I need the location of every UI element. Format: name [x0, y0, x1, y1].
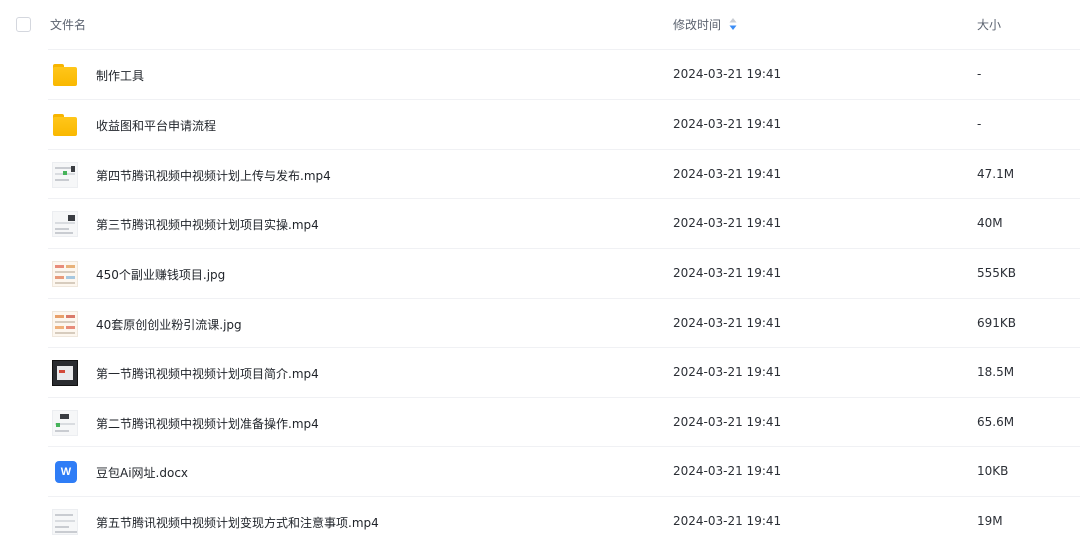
- file-modified-time: 2024-03-21 19:41: [673, 514, 782, 528]
- column-header-size[interactable]: 大小: [977, 16, 1001, 33]
- file-size: 40M: [977, 216, 1003, 230]
- video-thumbnail-icon: [52, 410, 78, 436]
- file-modified-time: 2024-03-21 19:41: [673, 415, 782, 429]
- file-size: 10KB: [977, 464, 1009, 478]
- file-name[interactable]: 450个副业赚钱项目.jpg: [96, 266, 225, 283]
- file-row[interactable]: 第一节腾讯视频中视频计划项目简介.mp4 2024-03-21 19:41 18…: [48, 347, 1080, 397]
- file-size: 65.6M: [977, 415, 1015, 429]
- file-size: 555KB: [977, 266, 1017, 280]
- file-name[interactable]: 第三节腾讯视频中视频计划项目实操.mp4: [96, 216, 319, 233]
- file-row[interactable]: 40套原创创业粉引流课.jpg 2024-03-21 19:41 691KB: [48, 298, 1080, 348]
- file-name[interactable]: 第二节腾讯视频中视频计划准备操作.mp4: [96, 415, 319, 432]
- file-row[interactable]: 制作工具 2024-03-21 19:41 -: [48, 49, 1080, 99]
- file-name[interactable]: 收益图和平台申请流程: [96, 117, 216, 134]
- file-modified-time: 2024-03-21 19:41: [673, 316, 782, 330]
- file-name[interactable]: 第一节腾讯视频中视频计划项目简介.mp4: [96, 365, 319, 382]
- file-size: 47.1M: [977, 167, 1015, 181]
- sort-arrows-icon[interactable]: [729, 18, 737, 30]
- video-thumbnail-icon: [52, 211, 78, 237]
- file-row[interactable]: W 豆包Ai网址.docx 2024-03-21 19:41 10KB: [48, 446, 1080, 496]
- file-name[interactable]: 豆包Ai网址.docx: [96, 464, 188, 481]
- file-modified-time: 2024-03-21 19:41: [673, 365, 782, 379]
- file-row[interactable]: 第三节腾讯视频中视频计划项目实操.mp4 2024-03-21 19:41 40…: [48, 198, 1080, 248]
- file-row[interactable]: 第二节腾讯视频中视频计划准备操作.mp4 2024-03-21 19:41 65…: [48, 397, 1080, 447]
- file-modified-time: 2024-03-21 19:41: [673, 266, 782, 280]
- file-row[interactable]: 第四节腾讯视频中视频计划上传与发布.mp4 2024-03-21 19:41 4…: [48, 149, 1080, 199]
- file-name[interactable]: 40套原创创业粉引流课.jpg: [96, 316, 242, 333]
- select-all-checkbox[interactable]: [16, 17, 31, 32]
- file-row[interactable]: 收益图和平台申请流程 2024-03-21 19:41 -: [48, 99, 1080, 149]
- file-list: 文件名 修改时间 大小 制作工具 2024-03-21 19:41 - 收益图和…: [0, 0, 1080, 547]
- file-row[interactable]: 第五节腾讯视频中视频计划变现方式和注意事项.mp4 2024-03-21 19:…: [48, 496, 1080, 546]
- file-size: 691KB: [977, 316, 1017, 330]
- file-modified-time: 2024-03-21 19:41: [673, 117, 782, 131]
- folder-icon: [52, 112, 78, 138]
- file-modified-time: 2024-03-21 19:41: [673, 67, 782, 81]
- file-size: 18.5M: [977, 365, 1015, 379]
- file-name[interactable]: 制作工具: [96, 67, 144, 84]
- column-header-modified-time[interactable]: 修改时间: [673, 16, 721, 33]
- file-row[interactable]: 450个副业赚钱项目.jpg 2024-03-21 19:41 555KB: [48, 248, 1080, 298]
- file-modified-time: 2024-03-21 19:41: [673, 167, 782, 181]
- word-document-icon: W: [52, 459, 78, 485]
- folder-icon: [52, 62, 78, 88]
- video-thumbnail-icon: [52, 162, 78, 188]
- file-size: -: [977, 117, 982, 131]
- image-thumbnail-icon: [52, 311, 78, 337]
- file-modified-time: 2024-03-21 19:41: [673, 464, 782, 478]
- file-size: 19M: [977, 514, 1003, 528]
- file-name[interactable]: 第五节腾讯视频中视频计划变现方式和注意事项.mp4: [96, 514, 379, 531]
- image-thumbnail-icon: [52, 261, 78, 287]
- column-header-name[interactable]: 文件名: [50, 16, 86, 33]
- video-thumbnail-icon: [52, 360, 78, 386]
- video-thumbnail-icon: [52, 509, 78, 535]
- file-size: -: [977, 67, 982, 81]
- file-name[interactable]: 第四节腾讯视频中视频计划上传与发布.mp4: [96, 167, 331, 184]
- file-list-header: 文件名 修改时间 大小: [0, 0, 1080, 49]
- file-modified-time: 2024-03-21 19:41: [673, 216, 782, 230]
